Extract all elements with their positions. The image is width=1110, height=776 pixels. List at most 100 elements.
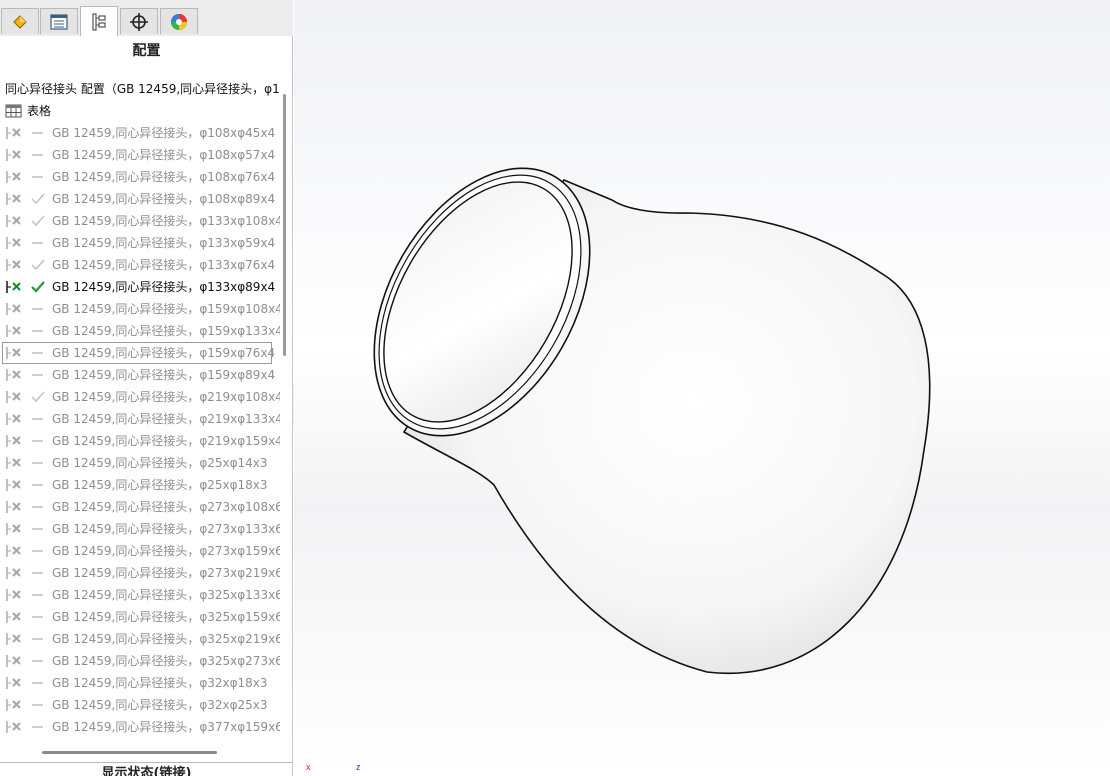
config-icon <box>6 633 21 645</box>
config-icon <box>6 303 21 315</box>
config-icon <box>6 413 21 425</box>
reducer-model[interactable] <box>294 0 1110 776</box>
tab-feature-manager[interactable] <box>1 8 39 34</box>
dimxpert-manager-icon <box>130 12 148 31</box>
config-root-node[interactable]: 同心异径接头 配置（GB 12459,同心异径接头，φ1 <box>5 78 280 100</box>
inactive-dash-icon <box>32 462 43 464</box>
inactive-dash-icon <box>32 594 43 596</box>
config-icon <box>6 149 21 161</box>
config-icon <box>6 325 21 337</box>
config-item[interactable]: GB 12459,同心异径接头，φ159xφ76x4 <box>2 342 276 364</box>
config-item-label: GB 12459,同心异径接头，φ325xφ273x6 <box>52 654 280 668</box>
config-item-label: GB 12459,同心异径接头，φ273xφ133x6 <box>52 522 280 536</box>
config-icon <box>6 457 21 469</box>
inactive-dash-icon <box>32 660 43 662</box>
config-item-label: GB 12459,同心异径接头，φ325xφ133x6 <box>52 588 280 602</box>
checkmark-icon <box>31 281 45 293</box>
config-icon <box>6 171 21 183</box>
config-item-label: GB 12459,同心异径接头，φ133xφ59x4 <box>52 236 276 250</box>
checkmark-icon <box>31 193 45 205</box>
inactive-dash-icon <box>32 682 43 684</box>
config-icon <box>6 589 21 601</box>
config-item-label: GB 12459,同心异径接头，φ108xφ57x4 <box>52 148 276 162</box>
checkmark-icon <box>31 259 45 271</box>
table-icon <box>5 104 22 118</box>
config-item-label: GB 12459,同心异径接头，φ219xφ108x4 <box>52 390 280 404</box>
inactive-dash-icon <box>32 506 43 508</box>
inactive-dash-icon <box>32 704 43 706</box>
inactive-dash-icon <box>32 330 43 332</box>
config-item-label: GB 12459,同心异径接头，φ159xφ89x4 <box>52 368 276 382</box>
tree-vertical-scrollbar[interactable] <box>283 94 286 356</box>
config-icon <box>6 281 21 293</box>
config-icon <box>6 721 21 733</box>
config-icon <box>6 677 21 689</box>
inactive-dash-icon <box>32 550 43 552</box>
config-icon <box>6 479 21 491</box>
config-item-label: GB 12459,同心异径接头，φ32xφ18x3 <box>52 676 268 690</box>
config-icon <box>6 501 21 513</box>
checkmark-icon <box>31 391 45 403</box>
config-item-label: GB 12459,同心异径接头，φ159xφ133x4 <box>52 324 280 338</box>
config-item-label: GB 12459,同心异径接头，φ325xφ159x6 <box>52 610 280 624</box>
config-icon <box>6 611 21 623</box>
inactive-dash-icon <box>32 528 43 530</box>
config-item-label: GB 12459,同心异径接头，φ133xφ76x4 <box>52 258 276 272</box>
inactive-dash-icon <box>32 352 43 354</box>
config-item-label: GB 12459,同心异径接头，φ108xφ45x4 <box>52 126 276 140</box>
config-icon <box>6 567 21 579</box>
property-manager-icon <box>50 13 68 30</box>
config-icon <box>6 391 21 403</box>
inactive-dash-icon <box>32 638 43 640</box>
inactive-dash-icon <box>32 616 43 618</box>
checkmark-icon <box>31 215 45 227</box>
config-icon <box>6 193 21 205</box>
config-root-label: 同心异径接头 配置（GB 12459,同心异径接头，φ1 <box>5 82 280 96</box>
panel-title: 配置 <box>132 43 161 59</box>
config-item-label: GB 12459,同心异径接头，φ219xφ159x4 <box>52 434 280 448</box>
inactive-dash-icon <box>32 154 43 156</box>
tab-dimxpert-manager[interactable] <box>120 8 158 34</box>
inactive-dash-icon <box>32 726 43 728</box>
config-item-label: GB 12459,同心异径接头，φ108xφ76x4 <box>52 170 276 184</box>
config-item-label: GB 12459,同心异径接头，φ25xφ14x3 <box>52 456 268 470</box>
config-icon <box>6 369 21 381</box>
config-icon <box>6 347 21 359</box>
config-item-label: GB 12459,同心异径接头，φ273xφ108x6 <box>52 500 280 514</box>
inactive-dash-icon <box>32 484 43 486</box>
config-item-label: GB 12459,同心异径接头，φ273xφ159x6 <box>52 544 280 558</box>
inactive-dash-icon <box>32 374 43 376</box>
configuration-tree: 同心异径接头 配置（GB 12459,同心异径接头，φ1 表格 GB 12459… <box>0 78 280 746</box>
config-item-label: GB 12459,同心异径接头，φ108xφ89x4 <box>52 192 276 206</box>
config-icon <box>6 215 21 227</box>
config-icon <box>6 545 21 557</box>
config-item-label: GB 12459,同心异径接头，φ325xφ219x6 <box>52 632 280 646</box>
triad-x-label: x <box>306 762 311 772</box>
configuration-manager-icon <box>92 12 106 31</box>
inactive-dash-icon <box>32 176 43 178</box>
tab-display-manager[interactable] <box>160 8 198 34</box>
config-item-label: GB 12459,同心异径接头，φ219xφ133x4 <box>52 412 280 426</box>
tree-horizontal-scrollbar[interactable] <box>42 751 217 754</box>
config-item-label: GB 12459,同心异径接头，φ273xφ219x6 <box>52 566 280 580</box>
triad-z-label: z <box>356 762 361 772</box>
graphics-viewport[interactable] <box>294 0 1110 776</box>
config-icon <box>6 699 21 711</box>
config-item-label: GB 12459,同心异径接头，φ133xφ89x4 <box>52 280 276 294</box>
config-item-label: GB 12459,同心异径接头，φ159xφ108x4 <box>52 302 280 316</box>
config-icon <box>6 435 21 447</box>
display-states-header[interactable]: 显示状态(链接) <box>0 763 293 776</box>
config-item-label: GB 12459,同心异径接头，φ25xφ18x3 <box>52 478 268 492</box>
tab-property-manager[interactable] <box>40 8 78 34</box>
inactive-dash-icon <box>32 308 43 310</box>
inactive-dash-icon <box>32 572 43 574</box>
config-item-label: GB 12459,同心异径接头，φ32xφ25x3 <box>52 698 268 712</box>
inactive-dash-icon <box>32 242 43 244</box>
configuration-panel: 配置 同心异径接头 配置（GB 12459,同心异径接头，φ1 表格 GB 12… <box>0 0 293 776</box>
config-item-label: GB 12459,同心异径接头，φ377xφ159x6 <box>52 720 280 734</box>
manager-tab-bar <box>0 0 293 36</box>
feature-manager-icon <box>13 14 27 29</box>
tab-configuration-manager[interactable] <box>80 6 118 36</box>
design-table-label: 表格 <box>27 104 52 118</box>
config-item-label: GB 12459,同心异径接头，φ159xφ76x4 <box>52 346 276 360</box>
